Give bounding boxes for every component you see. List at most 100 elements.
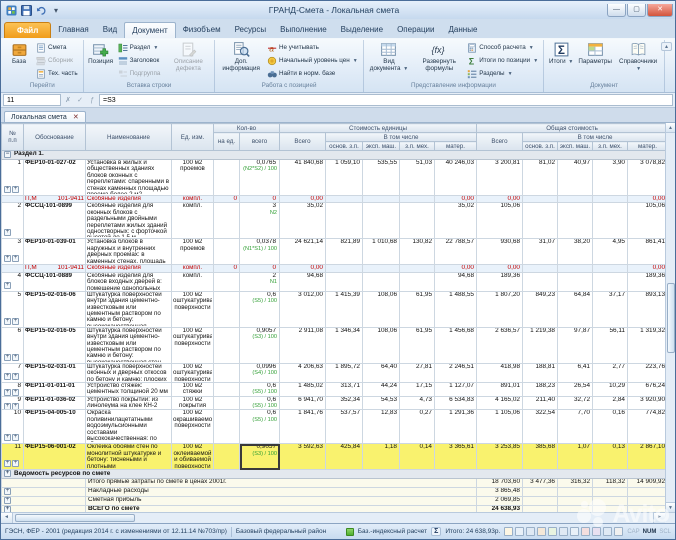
status-view-icon[interactable] (526, 527, 535, 536)
cell-total-cost-3[interactable]: 0,16 (593, 410, 628, 444)
cell-qty-per[interactable] (214, 363, 240, 382)
cell-expander[interactable]: + (2, 488, 86, 497)
cell-total-cost-1[interactable]: 188,23 (523, 382, 558, 396)
cell-name[interactable]: Штукатурка поверхностей оконных и дверны… (86, 363, 172, 382)
cell-basis[interactable]: П,М101-9411 (24, 265, 86, 272)
cell-total-cost-2[interactable] (558, 203, 593, 239)
cell-total-cost-4[interactable]: 0,00 (628, 265, 666, 272)
totals-mat[interactable] (628, 488, 666, 497)
cell-total-cost-0[interactable]: 0,00 (477, 196, 523, 203)
collapse-section-icon[interactable]: − (4, 151, 11, 158)
cell-name[interactable]: Установка в жилых и общественных зданиях… (86, 160, 172, 196)
cell-total-cost-1[interactable] (523, 265, 558, 272)
cell-qty-total[interactable]: 0 (240, 196, 280, 203)
totals-total[interactable]: 2 069,85 (477, 497, 523, 506)
cell-total-cost-4[interactable]: 774,82 (628, 410, 666, 444)
cell-total-cost-3[interactable] (593, 196, 628, 203)
totals-zpm[interactable] (593, 488, 628, 497)
col-header-qty[interactable]: Кол-во (214, 124, 280, 133)
ribbon-tab[interactable]: Выполнение (273, 22, 334, 38)
cell-num[interactable]: 9++ (2, 396, 24, 410)
formula-input[interactable]: =S3 (99, 94, 673, 106)
cell-expander[interactable]: + (2, 497, 86, 506)
estimate-doc-button[interactable]: Смета (35, 41, 81, 54)
cell-total-cost-3[interactable]: 2,77 (593, 363, 628, 382)
cell-num[interactable]: 4+ (2, 272, 24, 291)
status-view-icon[interactable] (504, 527, 513, 536)
cell-basis[interactable]: ФССЦ-101-0899 (24, 203, 86, 239)
cell-unit-cost-4[interactable]: 94,68 (435, 272, 477, 291)
cell-unit-cost-4[interactable]: 1 127,07 (435, 382, 477, 396)
totals-eksp[interactable] (558, 497, 593, 506)
quick-access-dropdown-icon[interactable]: ▾ (50, 4, 62, 16)
cell-unit[interactable]: 100 м2 оклеиваемой и обиваемой поверхнос… (172, 444, 214, 470)
cell-total-cost-1[interactable]: 188,81 (523, 363, 558, 382)
cell-num[interactable] (2, 196, 24, 203)
cell-total-cost-0[interactable]: 189,36 (477, 272, 523, 291)
maximize-button[interactable]: ▢ (627, 4, 646, 17)
cell-unit-cost-4[interactable]: 1 488,55 (435, 291, 477, 327)
cell-num[interactable]: 8++ (2, 382, 24, 396)
col-header-total[interactable]: Всего (280, 133, 326, 151)
cell-total-cost-0[interactable]: 3 253,85 (477, 444, 523, 470)
references-button[interactable]: Справочники ▼ (614, 40, 662, 82)
cell-total-cost-3[interactable] (593, 272, 628, 291)
cell-qty-per[interactable] (214, 444, 240, 470)
cell-total-cost-4[interactable]: 861,41 (628, 239, 666, 265)
cell-unit-cost-0[interactable]: 3 012,00 (280, 291, 326, 327)
expand-row-icon[interactable]: + (4, 186, 11, 193)
section-button[interactable]: Раздел▼ (117, 41, 164, 54)
cell-total-cost-0[interactable]: 0,00 (477, 265, 523, 272)
cell-unit-cost-1[interactable]: 425,84 (326, 444, 363, 470)
cell-total-cost-4[interactable]: 189,36 (628, 272, 666, 291)
file-tab[interactable]: Файл (4, 22, 51, 38)
price-level-button[interactable]: Начальный уровень цен▼ (266, 54, 361, 67)
database-button[interactable]: База (4, 40, 34, 82)
totals-zpm[interactable] (593, 497, 628, 506)
col-header-osn[interactable]: основ. з.п. (523, 142, 558, 151)
cell-total-cost-4[interactable]: 2 867,10 (628, 444, 666, 470)
cell-num[interactable]: 6++ (2, 327, 24, 363)
cell-total-cost-1[interactable] (523, 196, 558, 203)
cell-unit-cost-3[interactable] (400, 272, 435, 291)
document-tab[interactable]: Локальная смета ✕ (4, 111, 86, 122)
scroll-left-icon[interactable]: ◄ (1, 513, 13, 523)
cell-unit-cost-3[interactable] (400, 203, 435, 239)
cell-name[interactable]: Скобяные изделия (86, 196, 172, 203)
col-header-unit-cost[interactable]: Стоимость единицы (280, 124, 477, 133)
cell-total-cost-2[interactable]: 38,20 (558, 239, 593, 265)
status-view-icon[interactable] (614, 527, 623, 536)
cell-qty-per[interactable] (214, 291, 240, 327)
cell-basis[interactable]: ФЕР11-01-036-02 (24, 396, 86, 410)
col-header-num[interactable]: № п.п (2, 124, 24, 151)
expand-row-icon[interactable]: + (4, 488, 11, 495)
cell-unit-cost-1[interactable]: 537,57 (326, 410, 363, 444)
cell-total-cost-3[interactable] (593, 203, 628, 239)
cell-basis[interactable]: ФЕР15-02-031-01 (24, 363, 86, 382)
expand-row-icon[interactable]: + (12, 186, 19, 193)
col-header-total[interactable]: Всего (477, 133, 523, 151)
cell-unit-cost-2[interactable]: 1 010,68 (363, 239, 400, 265)
cell-total-cost-4[interactable]: 105,06 (628, 203, 666, 239)
cell-unit-cost-2[interactable] (363, 196, 400, 203)
cell-unit-cost-2[interactable] (363, 272, 400, 291)
col-header-zpm[interactable]: з.п. мех. (400, 142, 435, 151)
cell-unit-cost-2[interactable] (363, 203, 400, 239)
cell-total-cost-2[interactable]: 7,70 (558, 410, 593, 444)
expand-row-icon[interactable]: + (4, 282, 11, 289)
cell-total-cost-1[interactable] (523, 203, 558, 239)
cell-unit-cost-4[interactable]: 40 246,03 (435, 160, 477, 196)
cell-name[interactable]: Устройство стяжек: цементных толщиной 20… (86, 382, 172, 396)
totals-eksp[interactable]: 316,32 (558, 479, 593, 488)
expand-row-icon[interactable]: + (12, 389, 19, 396)
cell-qty-total[interactable]: 0 (240, 265, 280, 272)
cell-unit-cost-1[interactable]: 313,71 (326, 382, 363, 396)
collapse-ribbon-icon[interactable]: ▴ (661, 42, 672, 51)
cell-name[interactable]: Устройство покрытий: из линолеума на кле… (86, 396, 172, 410)
expand-row-icon[interactable]: + (4, 373, 11, 380)
cell-total-cost-3[interactable]: 10,29 (593, 382, 628, 396)
expand-row-icon[interactable]: + (4, 318, 11, 325)
cell-total-cost-4[interactable]: 0,00 (628, 196, 666, 203)
cell-unit-cost-2[interactable]: 108,06 (363, 291, 400, 327)
cell-unit[interactable]: 100 м2 покрытия (172, 396, 214, 410)
